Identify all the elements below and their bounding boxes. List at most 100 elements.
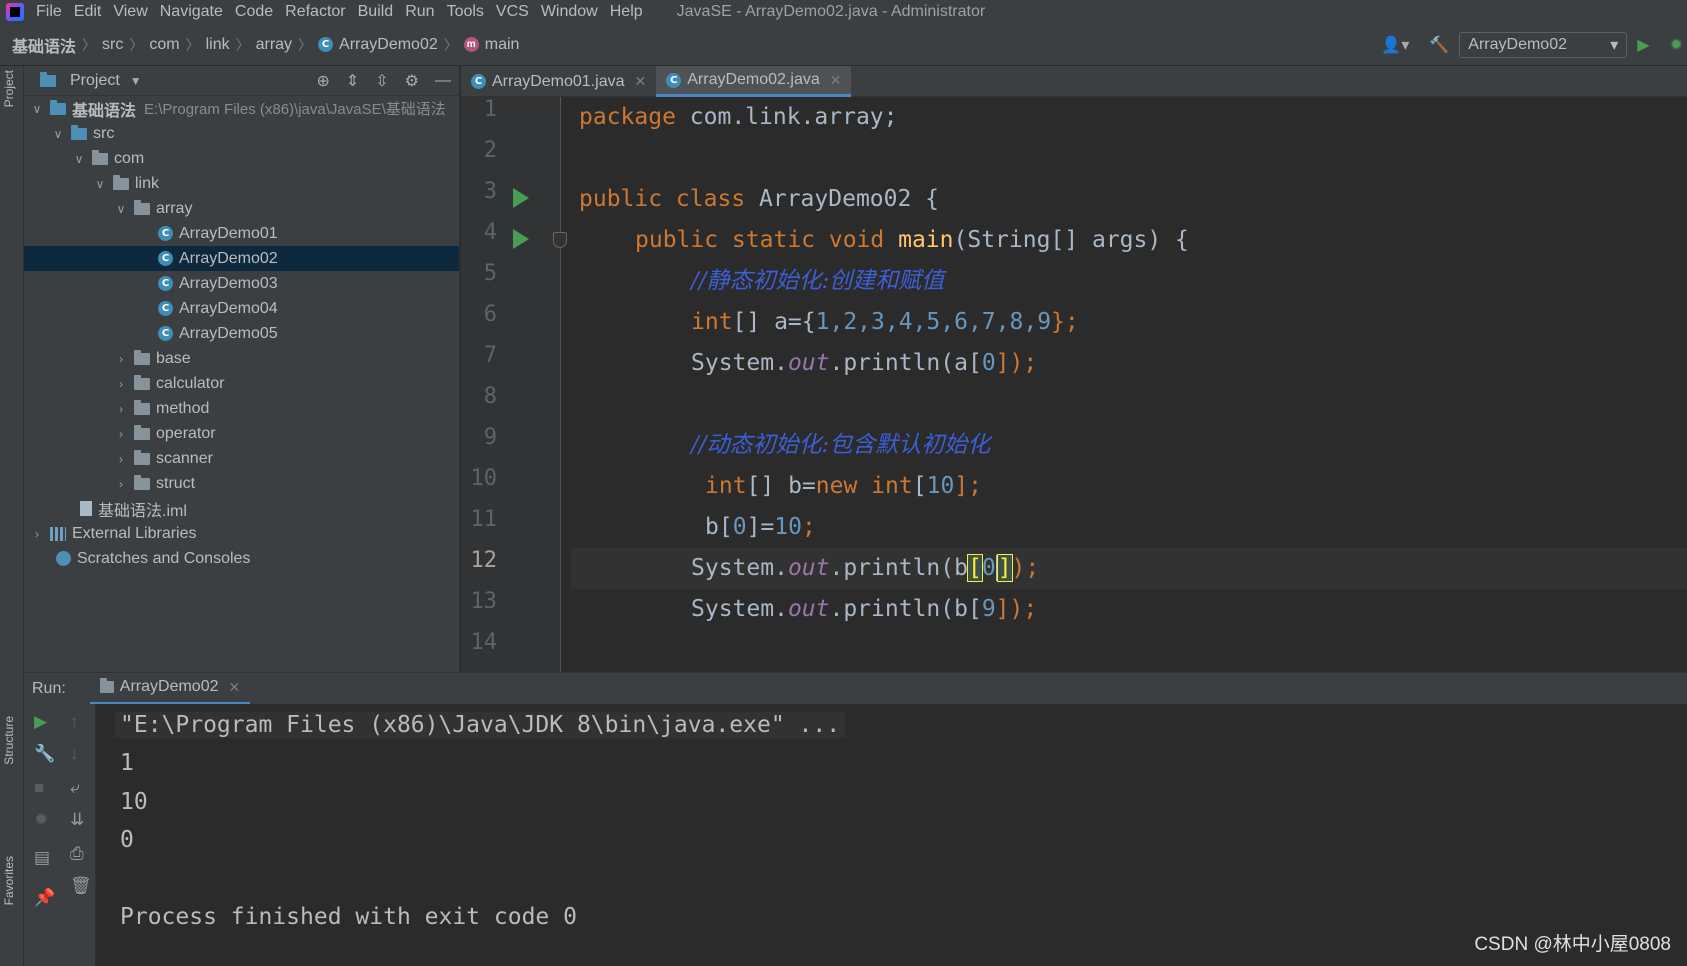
menu-tools[interactable]: Tools [447, 3, 484, 21]
close-icon[interactable]: ✕ [635, 73, 647, 90]
run-icon[interactable]: ▶ [1637, 35, 1649, 55]
menu-run[interactable]: Run [405, 3, 434, 21]
breadcrumb-class[interactable]: ArrayDemo02 [339, 36, 438, 54]
project-side-tab[interactable]: Project [2, 70, 16, 107]
breadcrumb-src[interactable]: src [102, 36, 123, 54]
chevron-down-icon[interactable]: ∨ [114, 202, 128, 216]
favorites-side-tab[interactable]: Favorites [2, 856, 16, 905]
chevron-down-icon[interactable]: ∨ [72, 152, 86, 166]
trash-icon[interactable]: 🗑 [70, 876, 92, 896]
package-folder-icon [134, 399, 150, 415]
breadcrumb-com[interactable]: com [149, 36, 179, 54]
menu-build[interactable]: Build [358, 3, 394, 21]
tree-item-com[interactable]: ∨ com [24, 146, 459, 171]
tab-arraydemo02[interactable]: C ArrayDemo02.java ✕ [656, 66, 852, 97]
tree-item-iml[interactable]: 基础语法.iml [24, 496, 459, 521]
package-folder-icon [134, 449, 150, 465]
run-class-gutter-icon[interactable] [513, 188, 529, 208]
structure-side-tab[interactable]: Structure [2, 716, 16, 765]
expand-all-icon[interactable]: ⇕ [346, 71, 359, 91]
chevron-down-icon[interactable]: ∨ [51, 127, 65, 141]
chevron-right-icon[interactable]: › [114, 402, 128, 416]
wrench-icon[interactable]: 🔧 [34, 744, 55, 764]
tree-item-project-root[interactable]: ∨ 基础语法 E:\Program Files (x86)\java\JavaS… [24, 96, 459, 121]
breadcrumb-method[interactable]: main [485, 36, 520, 54]
tree-item-arraydemo01[interactable]: C ArrayDemo01 [24, 221, 459, 246]
tree-item-arraydemo05[interactable]: C ArrayDemo05 [24, 321, 459, 346]
line-number: 1 [483, 97, 497, 122]
build-hammer-icon[interactable]: 🔨 [1429, 35, 1449, 55]
chevron-right-icon[interactable]: › [114, 377, 128, 391]
tree-item-scratches[interactable]: Scratches and Consoles [24, 546, 459, 571]
close-icon[interactable]: ✕ [229, 679, 241, 696]
tree-item-link[interactable]: ∨ link [24, 171, 459, 196]
breadcrumb-link[interactable]: link [206, 36, 230, 54]
collapse-all-icon[interactable]: ⇳ [375, 71, 388, 91]
gear-icon[interactable]: ⚙ [405, 71, 419, 91]
run-configuration-dropdown[interactable]: ArrayDemo02 ▾ [1459, 32, 1628, 58]
chevron-down-icon[interactable]: ∨ [30, 102, 44, 116]
menu-view[interactable]: View [113, 3, 147, 21]
menu-refactor[interactable]: Refactor [285, 3, 345, 21]
debug-icon[interactable]: ✹ [1670, 35, 1683, 55]
tree-item-arraydemo04[interactable]: C ArrayDemo04 [24, 296, 459, 321]
chevron-down-icon[interactable]: ▼ [130, 74, 142, 88]
menu-window[interactable]: Window [541, 3, 598, 21]
user-account-icon[interactable]: 👤▾ [1381, 35, 1409, 55]
soft-wrap-icon[interactable]: ⤶ [70, 778, 80, 798]
tree-item-label: ArrayDemo03 [179, 274, 278, 292]
menu-edit[interactable]: Edit [74, 3, 102, 21]
run-tab-arraydemo02[interactable]: ArrayDemo02 ✕ [89, 673, 251, 705]
tree-item-array[interactable]: ∨ array [24, 196, 459, 221]
tree-item-external-libraries[interactable]: › External Libraries [24, 521, 459, 546]
rerun-icon[interactable]: ▶ [34, 712, 47, 732]
breadcrumb-array[interactable]: array [256, 36, 292, 54]
tree-item-calculator[interactable]: › calculator [24, 371, 459, 396]
arrow-down-icon[interactable]: ↓ [70, 744, 79, 764]
chevron-right-icon[interactable]: › [114, 477, 128, 491]
menu-help[interactable]: Help [610, 3, 643, 21]
tree-item-base[interactable]: › base [24, 346, 459, 371]
tree-item-label: 基础语法 [72, 102, 137, 120]
menu-file[interactable]: File [36, 3, 62, 21]
menu-code[interactable]: Code [235, 3, 273, 21]
tree-item-operator[interactable]: › operator [24, 421, 459, 446]
chevron-right-icon[interactable]: › [30, 527, 44, 541]
scroll-to-end-icon[interactable]: ⇊ [70, 810, 84, 830]
chevron-down-icon[interactable]: ∨ [93, 177, 107, 191]
run-console[interactable]: "E:\Program Files (x86)\Java\JDK 8\bin\j… [96, 704, 1687, 966]
tab-arraydemo01[interactable]: C ArrayDemo01.java ✕ [461, 66, 656, 97]
code-token: .println(b [829, 555, 968, 581]
breadcrumb-project[interactable]: 基础语法 [12, 33, 76, 57]
chevron-right-icon[interactable]: › [114, 427, 128, 441]
code-token: public class [579, 186, 746, 212]
code-editor[interactable]: 1 2 3 4 5 6 7 8 9 10 11 12 13 14 package… [461, 97, 1687, 672]
menu-navigate[interactable]: Navigate [160, 3, 223, 21]
console-output-line: 1 [120, 750, 134, 776]
fold-marker-icon[interactable] [553, 232, 567, 248]
menu-vcs[interactable]: VCS [496, 3, 529, 21]
hide-panel-icon[interactable]: — [435, 72, 451, 90]
console-command: "E:\Program Files (x86)\Java\JDK 8\bin\j… [114, 712, 847, 738]
tree-item-label: method [156, 399, 210, 417]
tree-item-scanner[interactable]: › scanner [24, 446, 459, 471]
library-icon [50, 526, 66, 541]
tree-item-src[interactable]: ∨ src [24, 121, 459, 146]
locate-icon[interactable]: ⊕ [316, 71, 329, 91]
tree-item-method[interactable]: › method [24, 396, 459, 421]
chevron-right-icon[interactable]: › [114, 452, 128, 466]
print-icon[interactable]: ⎙ [70, 844, 84, 864]
tree-item-struct[interactable]: › struct [24, 471, 459, 496]
project-tree: ∨ 基础语法 E:\Program Files (x86)\java\JavaS… [24, 96, 459, 571]
run-main-gutter-icon[interactable] [513, 229, 529, 249]
layout-icon[interactable]: ▤ [34, 848, 50, 868]
project-panel-title[interactable]: Project [70, 72, 120, 90]
tree-item-arraydemo03[interactable]: C ArrayDemo03 [24, 271, 459, 296]
arrow-up-icon[interactable]: ↑ [70, 712, 79, 732]
debug-bug-icon[interactable]: ✹ [34, 810, 48, 830]
stop-icon[interactable]: ■ [34, 778, 44, 798]
chevron-right-icon[interactable]: › [114, 352, 128, 366]
tree-item-arraydemo02[interactable]: C ArrayDemo02 [24, 246, 459, 271]
close-icon[interactable]: ✕ [830, 72, 842, 89]
pin-icon[interactable]: 📌 [34, 888, 55, 908]
